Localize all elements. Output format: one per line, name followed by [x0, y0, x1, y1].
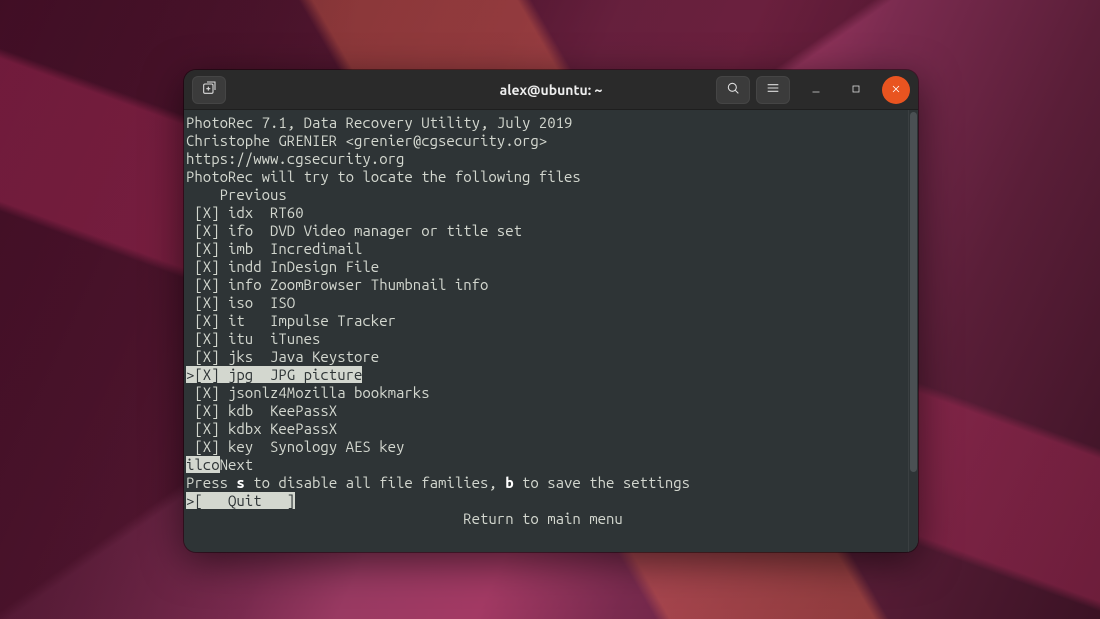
maximize-button[interactable]: [842, 76, 870, 104]
scrollbar[interactable]: [908, 110, 918, 552]
terminal-line: https://www.cgsecurity.org: [186, 150, 906, 168]
terminal-line: ilcoNext: [186, 456, 906, 474]
menu-button[interactable]: [756, 76, 790, 104]
terminal-line: Return to main menu: [186, 510, 906, 528]
close-icon: [890, 81, 902, 99]
maximize-icon: [850, 81, 862, 99]
minimize-icon: [810, 81, 822, 99]
terminal-line: [X] itu iTunes: [186, 330, 906, 348]
terminal-line: >[ Quit ]: [186, 492, 906, 510]
terminal-line: PhotoRec will try to locate the followin…: [186, 168, 906, 186]
terminal-output[interactable]: PhotoRec 7.1, Data Recovery Utility, Jul…: [184, 110, 908, 552]
search-icon: [725, 80, 741, 100]
hamburger-icon: [765, 80, 781, 100]
terminal-line: [X] jks Java Keystore: [186, 348, 906, 366]
search-button[interactable]: [716, 76, 750, 104]
terminal-line: [X] iso ISO: [186, 294, 906, 312]
terminal-line: Christophe GRENIER <grenier@cgsecurity.o…: [186, 132, 906, 150]
new-tab-icon: [201, 80, 217, 100]
typed-input[interactable]: ilco: [186, 456, 220, 473]
terminal-line: [X] jsonlz4Mozilla bookmarks: [186, 384, 906, 402]
terminal-line: [X] idx RT60: [186, 204, 906, 222]
terminal-line: >[X] jpg JPG picture: [186, 366, 906, 384]
scrollbar-thumb[interactable]: [910, 112, 917, 472]
terminal-line: [X] kdb KeePassX: [186, 402, 906, 420]
terminal-line: [X] it Impulse Tracker: [186, 312, 906, 330]
terminal-line: [X] imb Incredimail: [186, 240, 906, 258]
terminal-line: [X] kdbx KeePassX: [186, 420, 906, 438]
terminal-line: [X] indd InDesign File: [186, 258, 906, 276]
close-button[interactable]: [882, 76, 910, 104]
titlebar[interactable]: alex@ubuntu: ~: [184, 70, 918, 110]
terminal-window: alex@ubuntu: ~ Phot: [184, 70, 918, 552]
terminal-line: [X] info ZoomBrowser Thumbnail info: [186, 276, 906, 294]
terminal-line: [X] key Synology AES key: [186, 438, 906, 456]
terminal-line: Press s to disable all file families, b …: [186, 474, 906, 492]
minimize-button[interactable]: [802, 76, 830, 104]
hint-key-b: b: [505, 474, 513, 491]
terminal-line: Previous: [186, 186, 906, 204]
terminal-area[interactable]: PhotoRec 7.1, Data Recovery Utility, Jul…: [184, 110, 918, 552]
hint-key-s: s: [236, 474, 244, 491]
quit-button[interactable]: >[ Quit ]: [186, 492, 295, 509]
terminal-line: PhotoRec 7.1, Data Recovery Utility, Jul…: [186, 114, 906, 132]
file-type-row-selected[interactable]: >[X] jpg JPG picture: [186, 366, 362, 383]
new-tab-button[interactable]: [192, 76, 226, 104]
terminal-line: [X] ifo DVD Video manager or title set: [186, 222, 906, 240]
